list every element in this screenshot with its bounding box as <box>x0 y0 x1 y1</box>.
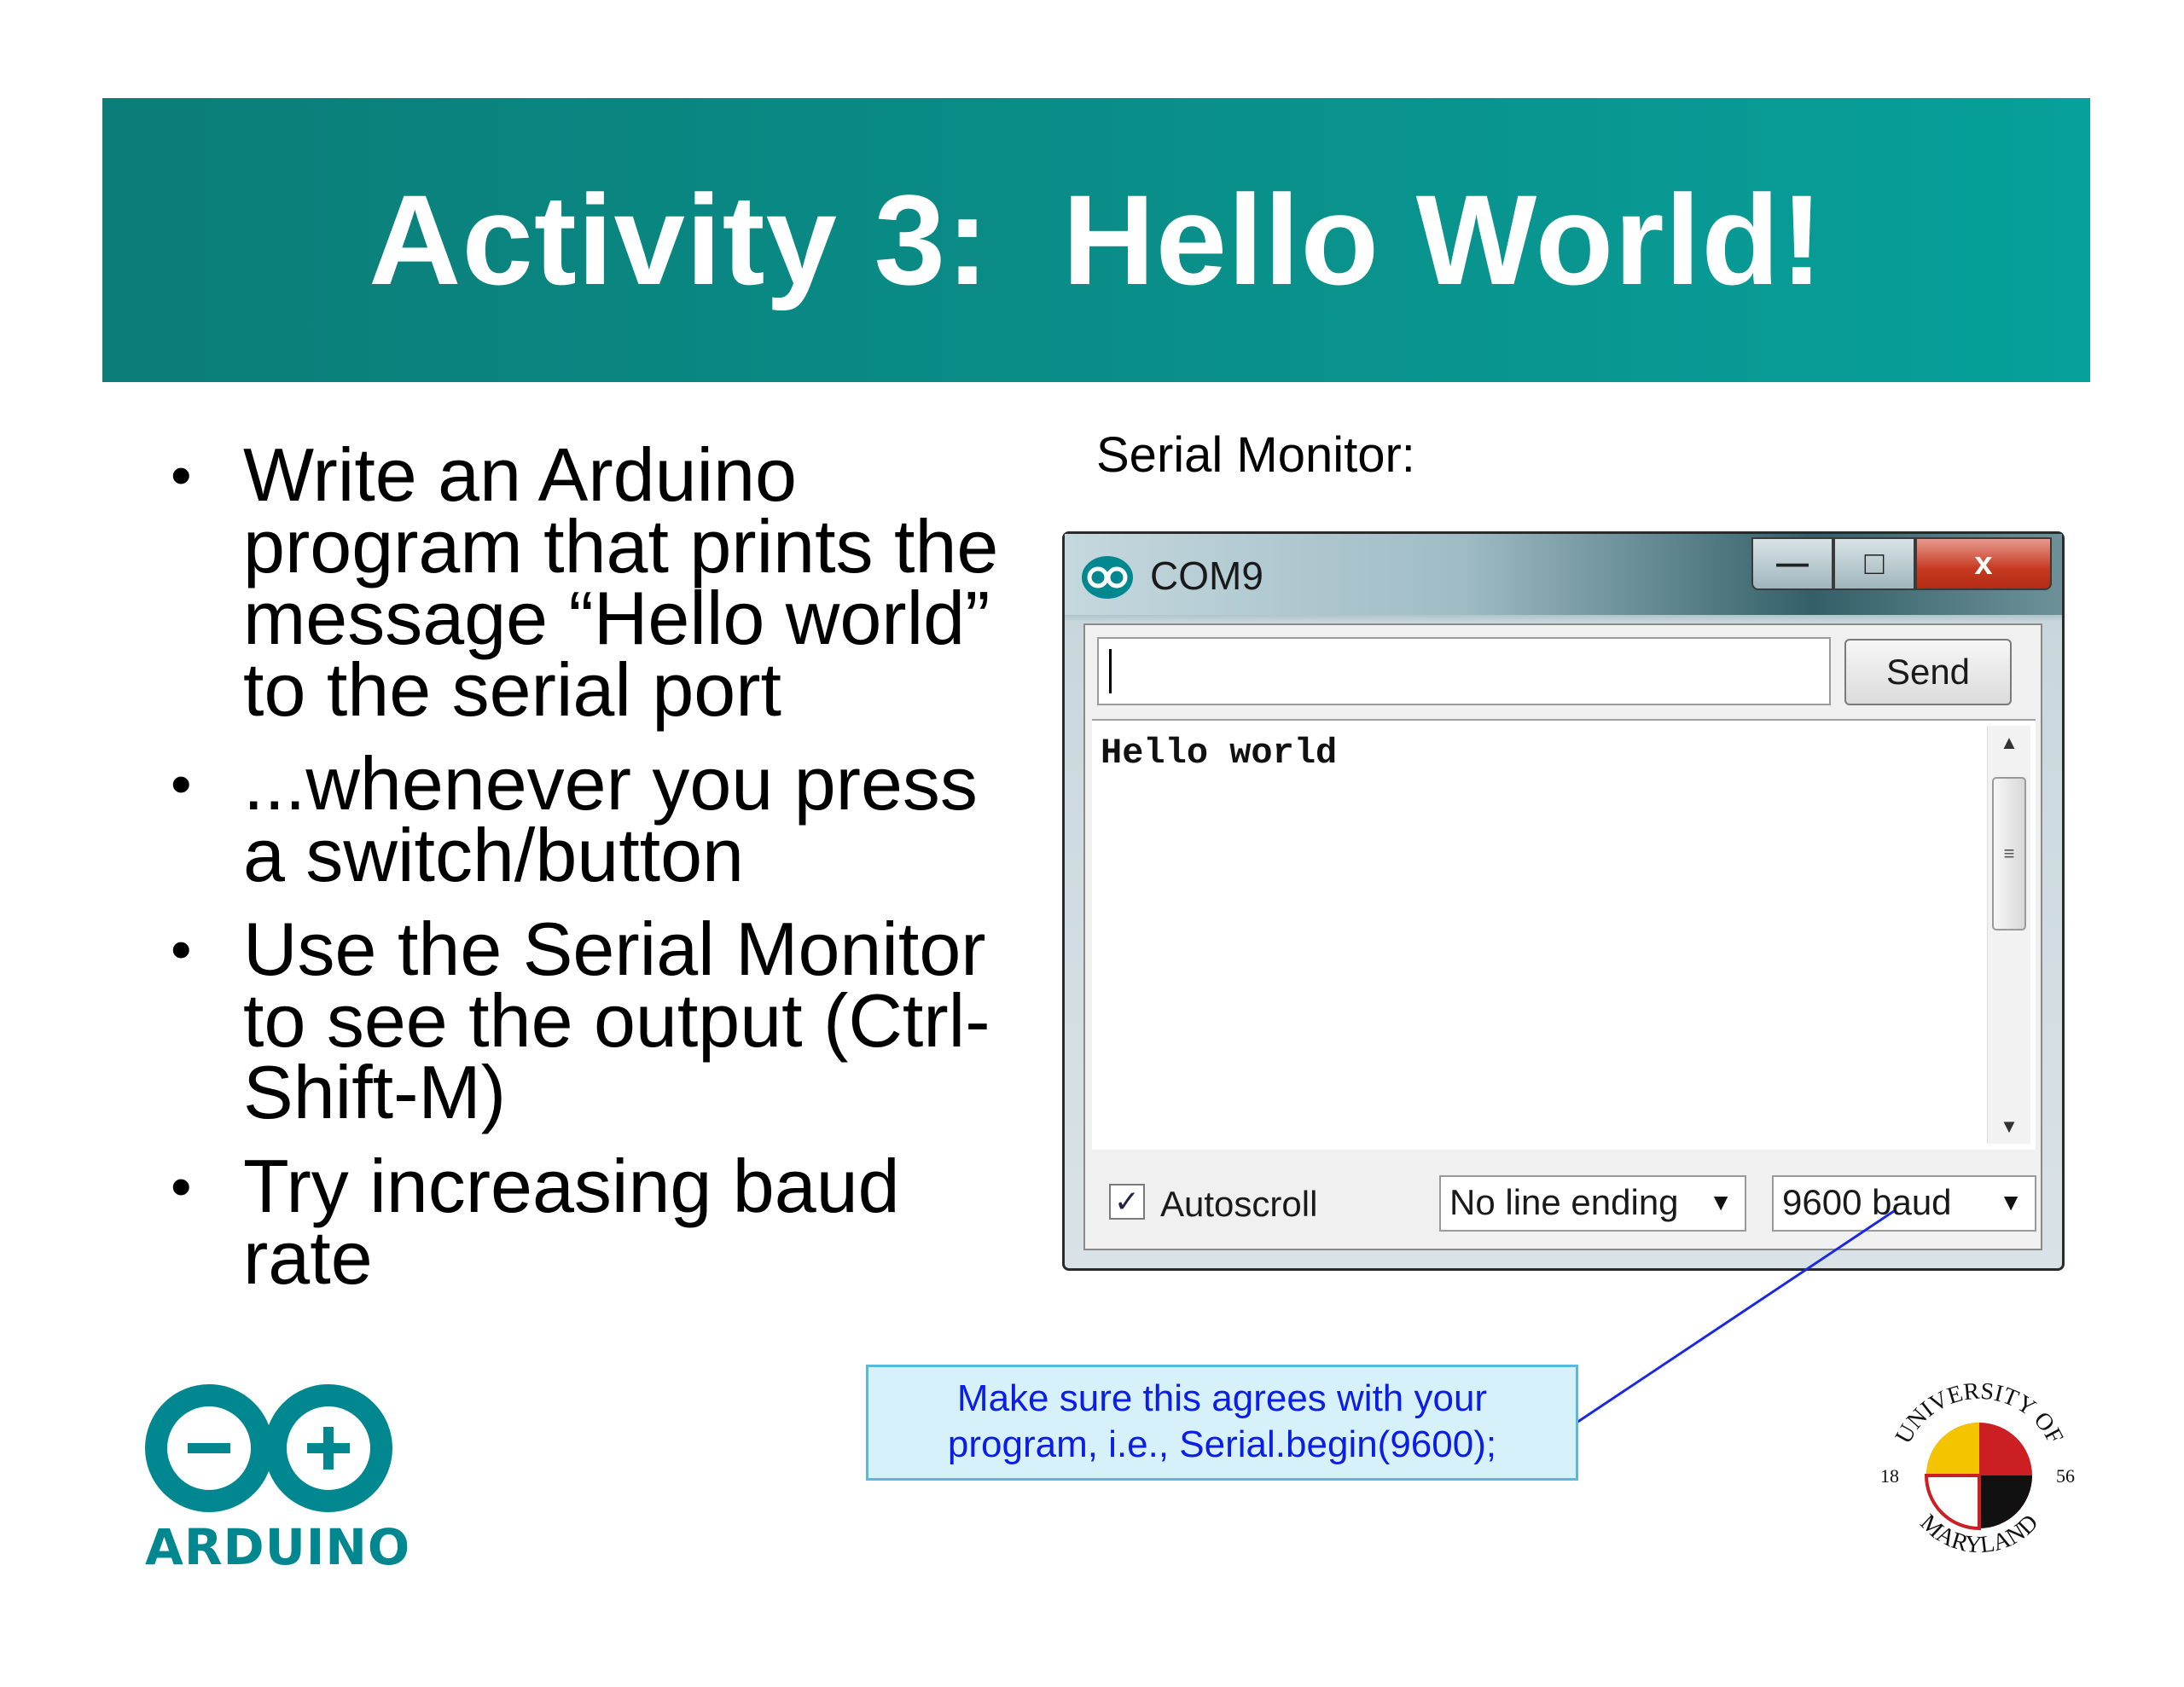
autoscroll-label: Autoscroll <box>1160 1184 1318 1224</box>
autoscroll-checkbox[interactable]: ✓ <box>1109 1184 1145 1220</box>
window-title: COM9 <box>1150 554 1263 598</box>
chevron-down-icon: ▼ <box>1709 1189 1733 1215</box>
text-caret <box>1109 649 1112 693</box>
scroll-down-arrow-icon[interactable]: ▼ <box>1988 1110 2030 1144</box>
scroll-up-arrow-icon[interactable]: ▲ <box>1988 726 2030 760</box>
serial-monitor-label: Serial Monitor: <box>1096 427 1415 483</box>
bullet-list: • Write an Arduino program that prints th… <box>162 438 1032 1316</box>
chevron-down-icon: ▼ <box>1999 1189 2023 1215</box>
line-ending-select[interactable]: No line ending ▼ <box>1439 1175 1746 1232</box>
bullet-item: • Write an Arduino program that prints th… <box>162 438 1032 728</box>
bullet-marker: • <box>171 916 192 983</box>
callout-box: Make sure this agrees with your program,… <box>866 1365 1578 1481</box>
bullet-text: Write an Arduino program that prints the… <box>243 432 999 732</box>
callout-line: program, i.e., Serial.begin(9600); <box>947 1423 1497 1465</box>
serial-output-text: Hello world <box>1101 733 1338 774</box>
baud-rate-select[interactable]: 9600 baud ▼ <box>1772 1175 2036 1232</box>
baud-rate-value: 9600 baud <box>1782 1182 1952 1222</box>
bullet-marker: • <box>171 1153 192 1220</box>
send-input[interactable] <box>1097 637 1831 705</box>
arduino-logo-text: ARDUINO <box>145 1518 411 1576</box>
university-seal: UNIVERSITY OF MARYLAND 18 56 <box>1868 1365 2090 1586</box>
arduino-logo: ARDUINO <box>136 1382 410 1578</box>
bullet-item: • Use the Serial Monitor to see the outpu… <box>162 912 1032 1130</box>
serial-output-area[interactable]: Hello world ▲ ≡ ▼ <box>1092 719 2036 1150</box>
close-button[interactable]: x <box>1915 537 2052 590</box>
vertical-scrollbar[interactable]: ▲ ≡ ▼ <box>1987 726 2030 1144</box>
serial-monitor-window: COM9 — □ x Send Hello world ▲ ≡ ▼ ✓ Auto… <box>1062 531 2065 1271</box>
title-banner: Activity 3: Hello World! <box>102 98 2090 382</box>
bullet-text: Try increasing baud rate <box>243 1144 900 1300</box>
seal-year-right: 56 <box>2056 1465 2075 1487</box>
bullet-marker: • <box>171 751 192 817</box>
slide-title: Activity 3: Hello World! <box>369 168 1824 311</box>
maximize-button[interactable]: □ <box>1833 537 1915 590</box>
arduino-infinity-icon <box>145 1384 392 1512</box>
scrollbar-thumb[interactable]: ≡ <box>1992 777 2026 930</box>
window-titlebar[interactable]: COM9 — □ x <box>1065 534 2062 615</box>
bullet-text: ...whenever you press a switch/button <box>243 741 978 897</box>
callout-line: Make sure this agrees with your <box>956 1377 1488 1419</box>
window-controls: — □ x <box>1751 537 2052 590</box>
bullet-item: • Try increasing baud rate <box>162 1149 1032 1296</box>
seal-year-left: 18 <box>1880 1465 1899 1487</box>
bullet-item: • ...whenever you press a switch/button <box>162 746 1032 893</box>
bullet-marker: • <box>171 442 192 508</box>
bottom-bar: ✓ Autoscroll No line ending ▼ 9600 baud … <box>1085 1158 2041 1244</box>
line-ending-value: No line ending <box>1449 1182 1679 1222</box>
minimize-button[interactable]: — <box>1751 537 1833 590</box>
window-client-area: Send Hello world ▲ ≡ ▼ ✓ Autoscroll No l… <box>1083 623 2042 1250</box>
arduino-app-icon <box>1082 556 1133 599</box>
send-button[interactable]: Send <box>1844 639 2012 705</box>
grip-icon: ≡ <box>2003 843 2015 864</box>
bullet-text: Use the Serial Monitor to see the output… <box>243 907 990 1134</box>
